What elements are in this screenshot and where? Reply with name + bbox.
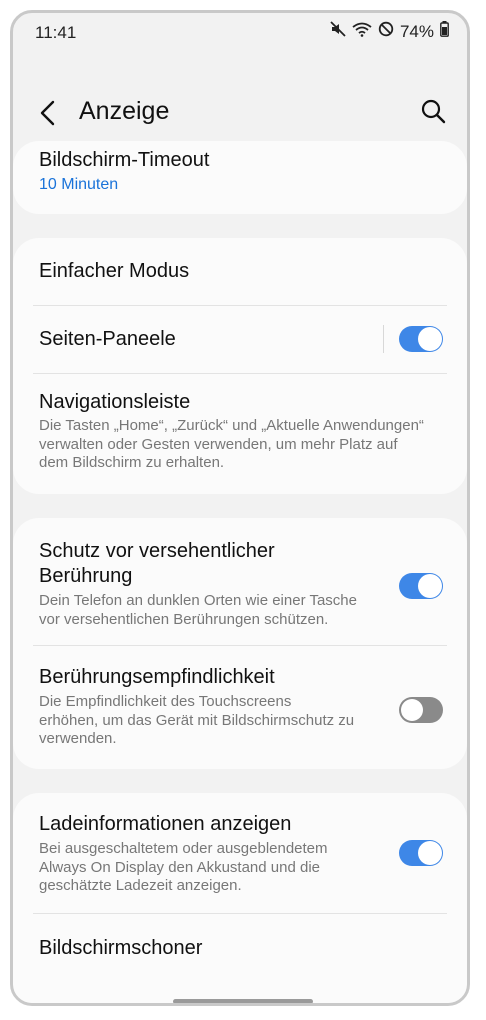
- status-time: 11:41: [35, 23, 77, 42]
- home-indicator[interactable]: [173, 999, 313, 1003]
- schutz-toggle[interactable]: [399, 573, 443, 599]
- row-ladeinformationen[interactable]: Ladeinformationen anzeigen Bei ausgescha…: [13, 793, 467, 913]
- row-title: Einfacher Modus: [39, 260, 190, 282]
- row-bildschirm-timeout[interactable]: Bildschirm-Timeout 10 Minuten: [13, 141, 467, 214]
- phone-screen: 11:41 74% Anzeige Bildschirm-Timeout 10 …: [10, 10, 470, 1006]
- settings-card-touch: Schutz vor versehentlicher Berührung Dei…: [13, 518, 467, 769]
- title-line: Berührung: [39, 565, 133, 587]
- row-description: Die Tasten „Home“, „Zurück“ und „Aktuell…: [39, 417, 424, 473]
- desc-line: vor versehentlichen Berührungen schützen…: [39, 610, 329, 628]
- status-bar: 11:41 74%: [13, 13, 467, 53]
- search-icon: [421, 99, 446, 124]
- row-value: 10 Minuten: [39, 176, 119, 193]
- mute-icon: [330, 21, 346, 42]
- settings-card-display: Ladeinformationen anzeigen Bei ausgescha…: [13, 793, 467, 1003]
- back-button[interactable]: [35, 95, 63, 131]
- desc-line: verwalten oder Gesten verwenden, um mehr…: [39, 435, 398, 453]
- toggle-knob: [418, 327, 442, 351]
- toggle-knob: [418, 574, 442, 598]
- row-title: Seiten-Paneele: [39, 328, 176, 350]
- separator: [383, 325, 384, 353]
- row-description: Bei ausgeschaltetem oder ausgeblendetem …: [39, 840, 328, 896]
- battery-icon: [440, 21, 449, 42]
- seiten-paneele-toggle[interactable]: [399, 326, 443, 352]
- desc-line: Die Tasten „Home“, „Zurück“ und „Aktuell…: [39, 417, 424, 434]
- row-description: Die Empfindlichkeit des Touchscreens erh…: [39, 693, 354, 749]
- no-disturb-icon: [378, 21, 394, 42]
- desc-line: Die Empfindlichkeit des Touchscreens: [39, 693, 292, 710]
- title-line: Schutz vor versehentlicher: [39, 540, 275, 562]
- app-header: Anzeige: [13, 83, 467, 143]
- row-title: Navigationsleiste: [39, 391, 191, 413]
- desc-line: Always On Display den Akkustand und die: [39, 858, 320, 876]
- desc-line: Dein Telefon an dunklen Orten wie einer …: [39, 592, 357, 609]
- row-title: Schutz vor versehentlicher Berührung: [39, 539, 275, 589]
- row-title: Bildschirm-Timeout: [39, 149, 210, 171]
- row-title: Ladeinformationen anzeigen: [39, 813, 292, 835]
- search-button[interactable]: [417, 93, 449, 129]
- row-navigationsleiste[interactable]: Navigationsleiste Die Tasten „Home“, „Zu…: [13, 374, 467, 494]
- desc-line: erhöhen, um das Gerät mit Bildschirmschu…: [39, 711, 355, 729]
- desc-line: verwenden.: [39, 730, 117, 747]
- status-icons: 74%: [330, 21, 449, 42]
- desc-line: geschätzte Ladezeit anzeigen.: [39, 877, 242, 894]
- row-title: Bildschirmschoner: [39, 937, 203, 959]
- ladeinformationen-toggle[interactable]: [399, 840, 443, 866]
- wifi-icon: [352, 21, 372, 42]
- toggle-knob: [401, 699, 423, 721]
- battery-level: 74%: [399, 21, 434, 41]
- row-beruehrungsempfindlichkeit[interactable]: Berührungsempfindlichkeit Die Empfindlic…: [13, 646, 467, 769]
- row-bildschirmschoner[interactable]: Bildschirmschoner: [13, 914, 467, 984]
- row-seiten-paneele[interactable]: Seiten-Paneele: [13, 306, 467, 373]
- settings-card-layout: Einfacher Modus Seiten-Paneele Navigatio…: [13, 238, 467, 494]
- row-description: Dein Telefon an dunklen Orten wie einer …: [39, 592, 357, 629]
- row-title: Berührungsempfindlichkeit: [39, 666, 275, 688]
- desc-line: dem Bildschirm zu erhalten.: [39, 454, 225, 471]
- settings-card-timeout: Bildschirm-Timeout 10 Minuten: [13, 141, 467, 214]
- desc-line: Bei ausgeschaltetem oder ausgeblendetem: [39, 840, 328, 857]
- page-title: Anzeige: [79, 97, 170, 125]
- row-einfacher-modus[interactable]: Einfacher Modus: [13, 238, 467, 304]
- row-schutz-beruehrung[interactable]: Schutz vor versehentlicher Berührung Dei…: [13, 518, 467, 645]
- beruehrungsempfindlichkeit-toggle[interactable]: [399, 697, 443, 723]
- chevron-left-icon: [40, 100, 55, 126]
- toggle-knob: [418, 841, 442, 865]
